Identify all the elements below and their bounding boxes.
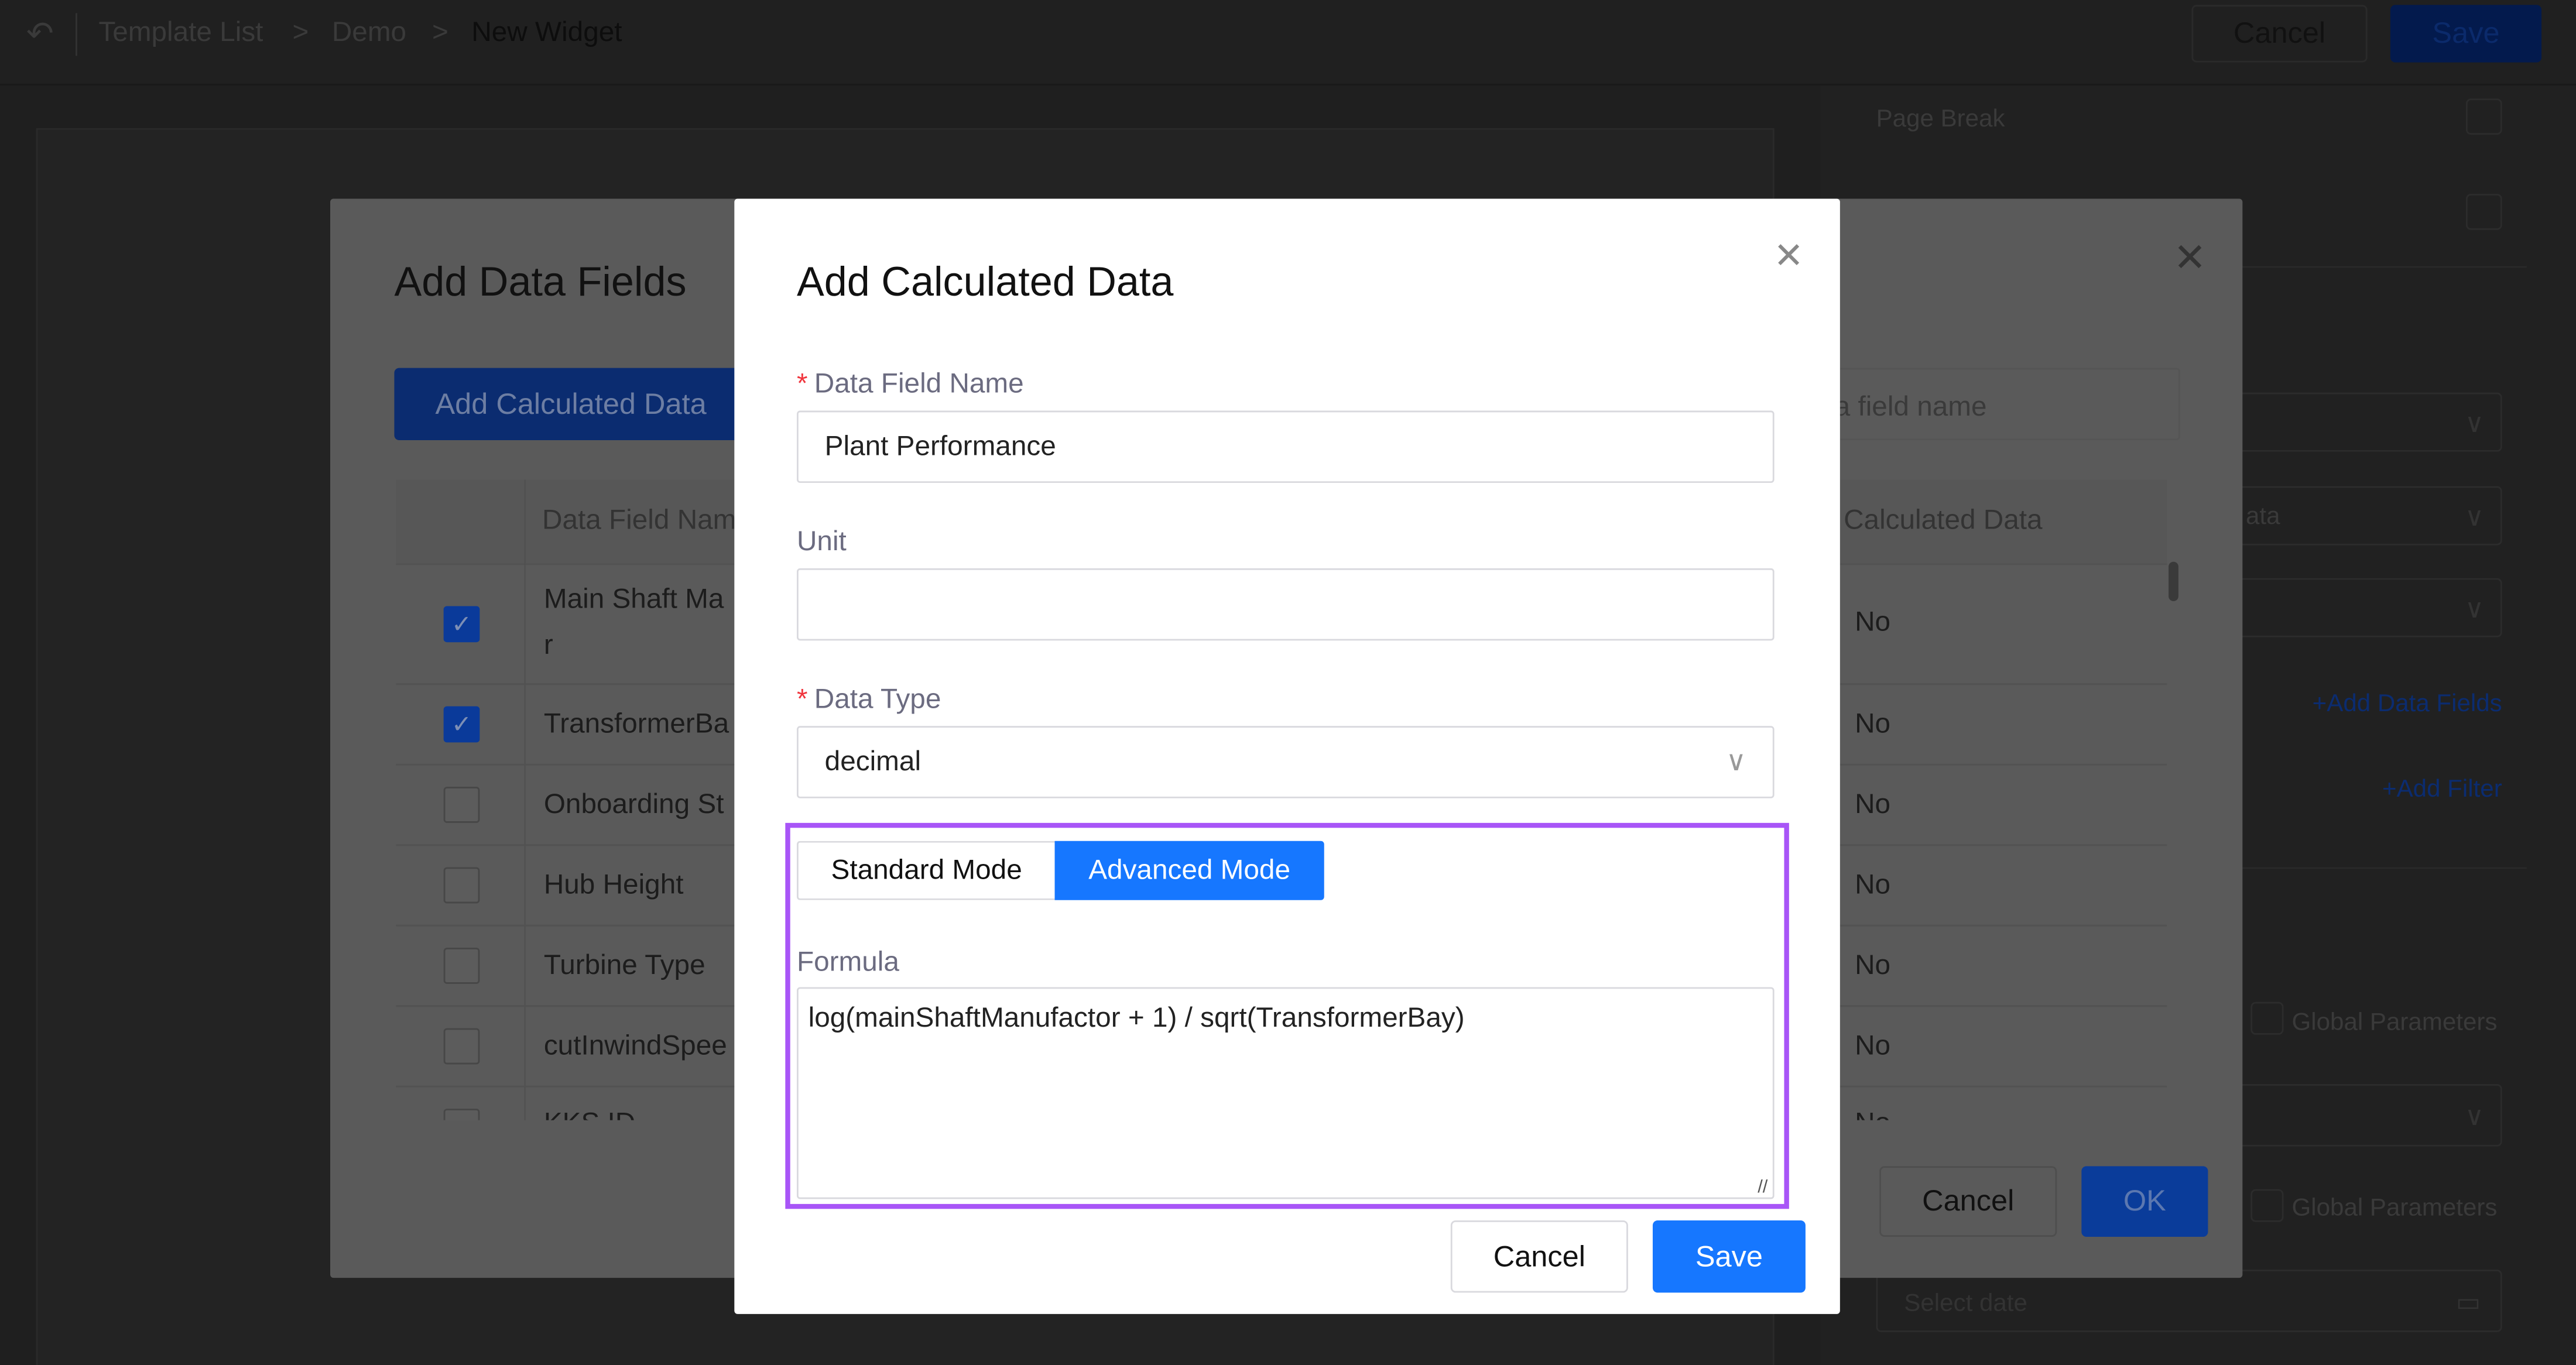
chevron-down-icon: ∨ <box>1725 745 1746 777</box>
header-cancel-button[interactable]: Cancel <box>2191 5 2368 63</box>
select-dropdown[interactable]: ata ∨ <box>2231 486 2502 546</box>
row-checkbox[interactable]: ✓ <box>443 706 480 743</box>
breadcrumb-current: New Widget <box>471 16 622 48</box>
calendar-icon: ▭ <box>2455 1289 2481 1318</box>
back-icon[interactable]: ↶ <box>26 13 54 54</box>
select-dropdown[interactable]: ∨ <box>2231 578 2502 637</box>
breadcrumb-demo[interactable]: Demo <box>332 16 406 49</box>
unit-label: Unit <box>796 525 847 557</box>
top-header: ↶ Template List > Demo > New Widget Canc… <box>0 0 2576 85</box>
data-type-label: * Data Type <box>796 683 941 715</box>
add-calculated-data-modal: Add Calculated Data ✕ * Data Field Name P… <box>734 198 1840 1314</box>
table-scrollbar[interactable] <box>2169 561 2178 602</box>
formula-label: Formula <box>796 946 899 978</box>
breadcrumb-separator: > <box>292 16 309 48</box>
divider <box>76 13 77 56</box>
cancel-button[interactable]: Cancel <box>1450 1220 1628 1293</box>
header-save-button[interactable]: Save <box>2390 5 2542 63</box>
field-name-input[interactable]: Plant Performance <box>796 410 1775 483</box>
ok-button[interactable]: OK <box>2081 1166 2208 1237</box>
modal-title: Add Calculated Data <box>796 259 1174 306</box>
tab-standard-mode[interactable]: Standard Mode <box>796 841 1055 900</box>
date-picker[interactable]: Select date ▭ <box>1876 1270 2502 1332</box>
row-checkbox[interactable] <box>443 787 480 823</box>
tab-advanced-mode[interactable]: Advanced Mode <box>1054 841 1324 900</box>
checkbox[interactable] <box>2465 194 2502 230</box>
global-params-checkbox[interactable] <box>2250 1189 2284 1222</box>
select-dropdown[interactable]: ∨ <box>2231 392 2502 452</box>
modal-title: Add Data Fields <box>394 259 687 306</box>
save-button[interactable]: Save <box>1652 1220 1806 1293</box>
page-break-checkbox[interactable] <box>2465 98 2502 135</box>
add-calculated-data-button[interactable]: Add Calculated Data <box>394 368 748 441</box>
breadcrumb-separator: > <box>432 16 448 48</box>
global-params-checkbox[interactable] <box>2250 1002 2284 1035</box>
cancel-button[interactable]: Cancel <box>1879 1166 2057 1237</box>
row-checkbox[interactable] <box>443 1028 480 1065</box>
row-checkbox[interactable] <box>443 1109 480 1120</box>
breadcrumb-template-list[interactable]: Template List <box>98 16 263 49</box>
close-icon[interactable]: ✕ <box>1773 235 1804 277</box>
global-params-label: Global Parameters <box>2291 1008 2498 1037</box>
data-type-select[interactable]: decimal ∨ <box>796 726 1775 798</box>
global-params-label: Global Parameters <box>2291 1194 2498 1222</box>
row-checkbox[interactable]: ✓ <box>443 606 480 643</box>
select-dropdown[interactable]: ∨ <box>2231 1084 2502 1147</box>
add-filter-link[interactable]: +Add Filter <box>2382 775 2502 803</box>
field-name-label: * Data Field Name <box>796 368 1024 399</box>
resize-handle-icon: // <box>1758 1177 1768 1198</box>
formula-textarea[interactable]: log(mainShaftManufactor + 1) / sqrt(Tran… <box>796 987 1775 1199</box>
page-break-label: Page Break <box>1876 105 2005 133</box>
search-input[interactable]: ta field name <box>1825 368 2180 441</box>
row-checkbox[interactable] <box>443 867 480 904</box>
add-data-fields-link[interactable]: +Add Data Fields <box>2313 690 2502 718</box>
close-icon[interactable]: ✕ <box>2173 235 2206 282</box>
row-checkbox[interactable] <box>443 948 480 984</box>
unit-input[interactable] <box>796 568 1775 641</box>
